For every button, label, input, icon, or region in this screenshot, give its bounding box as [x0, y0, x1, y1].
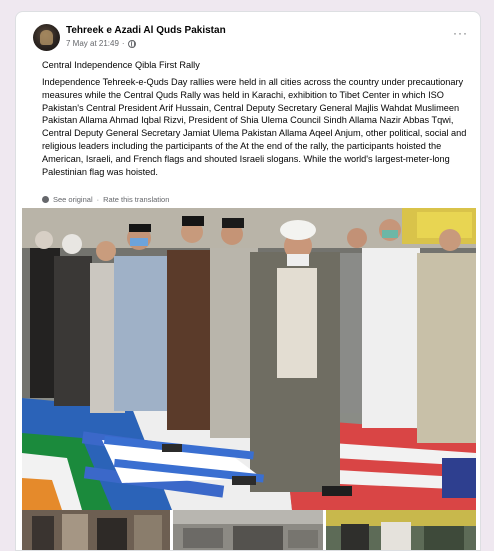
meta-separator: · [121, 39, 125, 48]
avatar[interactable] [33, 24, 60, 51]
rally-thumb-2[interactable] [173, 510, 323, 550]
post-timestamp[interactable]: 7 May at 21:49 [66, 39, 119, 48]
translate-icon [42, 196, 49, 203]
post-card: Tehreek e Azadi Al Quds Pakistan 7 May a… [15, 11, 481, 551]
see-original-link[interactable]: See original [53, 195, 93, 204]
rate-translation-link[interactable]: Rate this translation [103, 195, 169, 204]
translation-separator: · [96, 195, 100, 204]
translation-bar: See original · Rate this translation [42, 195, 169, 204]
post-header: Tehreek e Azadi Al Quds Pakistan 7 May a… [16, 12, 480, 58]
post-title: Central Independence Qibla First Rally [42, 60, 200, 70]
thumb-2-graphic [173, 510, 323, 550]
author-name[interactable]: Tehreek e Azadi Al Quds Pakistan [66, 25, 226, 36]
photo-thumbnails [22, 510, 476, 550]
rally-thumb-1[interactable] [22, 510, 170, 550]
post-body: Independence Tehreek-e-Quds Day rallies … [42, 77, 467, 177]
rally-photo[interactable] [22, 208, 476, 510]
thumb-3-graphic [326, 510, 476, 550]
rally-photo-graphic [22, 208, 476, 510]
thumb-1-graphic [22, 510, 170, 550]
globe-icon[interactable] [127, 39, 136, 48]
more-options-icon[interactable]: ··· [453, 27, 468, 39]
post-meta: 7 May at 21:49 · [66, 39, 136, 48]
avatar-logo-icon [40, 30, 53, 45]
rally-thumb-3[interactable] [326, 510, 476, 550]
